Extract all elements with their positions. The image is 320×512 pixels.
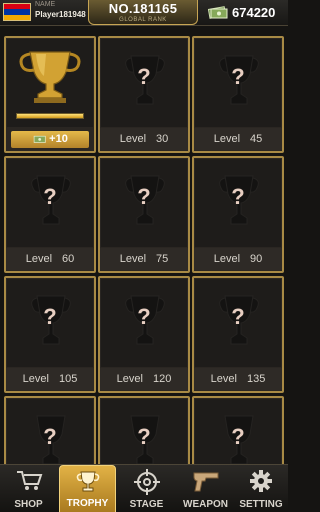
locked-question-mark: ? (231, 64, 245, 89)
gold-trophy-icon (19, 51, 81, 103)
trophy-progress-fill (17, 114, 83, 118)
trophy-card-locked[interactable]: ? (98, 396, 190, 464)
trophy-card-locked[interactable]: ? Level 30 (98, 36, 190, 153)
cart-icon (16, 471, 42, 490)
cash-icon (33, 135, 46, 143)
trophy-icon (76, 471, 99, 492)
trophy-card-locked[interactable]: ? (4, 396, 96, 464)
reward-amount: +10 (49, 133, 68, 145)
tab-setting[interactable]: SETTING (234, 465, 288, 512)
tab-trophy[interactable]: TROPHY (59, 465, 116, 512)
flag-icon (3, 3, 31, 21)
level-requirement: Level 75 (100, 248, 188, 270)
trophy-card-locked[interactable]: ? Level 75 (98, 156, 190, 273)
locked-question-mark: ? (43, 304, 57, 329)
locked-question-mark: ? (137, 304, 151, 329)
locked-question-mark: ? (137, 184, 151, 209)
tab-weapon[interactable]: WEAPON (177, 465, 234, 512)
trophy-card-unlocked[interactable]: +10 (4, 36, 96, 153)
player-name: Player181948 (35, 10, 86, 19)
trophy-card-locked[interactable]: ? Level 135 (192, 276, 284, 393)
crosshair-icon (133, 469, 160, 495)
locked-question-mark: ? (231, 424, 245, 449)
global-rank-box: NO.181165 GLOBAL RANK (88, 0, 198, 25)
level-requirement: Level 45 (194, 128, 282, 150)
bottom-nav: SHOP TROPHY STAGE WEAPON SETTING (0, 464, 288, 512)
trophy-card-locked[interactable]: ? Level 90 (192, 156, 284, 273)
rank-label: GLOBAL RANK (119, 17, 167, 23)
claim-reward-button[interactable]: +10 (11, 131, 89, 148)
trophy-card-locked[interactable]: ? (192, 396, 284, 464)
tab-label: SHOP (14, 499, 43, 510)
trophy-card-locked[interactable]: ? Level 45 (192, 36, 284, 153)
trophy-card-locked[interactable]: ? Level 120 (98, 276, 190, 393)
trophy-grid: +10 ? Level 30 ? Level 45 ? Level 60 ? Leve… (0, 34, 288, 464)
trophy-progress-bar (16, 113, 84, 119)
trophy-card-locked[interactable]: ? Level 60 (4, 156, 96, 273)
level-requirement: Level 60 (6, 248, 94, 270)
level-requirement: Level 30 (100, 128, 188, 150)
tab-label: STAGE (129, 499, 164, 510)
tab-label: WEAPON (183, 499, 228, 510)
locked-question-mark: ? (43, 424, 57, 449)
level-requirement: Level 105 (6, 368, 94, 390)
locked-question-mark: ? (43, 184, 57, 209)
top-bar: NAME Player181948 NO.181165 GLOBAL RANK … (0, 0, 288, 26)
cash-icon (208, 6, 228, 19)
level-requirement: Level 135 (194, 368, 282, 390)
tab-label: SETTING (239, 499, 283, 510)
locked-question-mark: ? (137, 64, 151, 89)
tab-stage[interactable]: STAGE (118, 465, 175, 512)
rank-value: NO.181165 (108, 1, 178, 16)
pistol-icon (193, 472, 218, 492)
trophy-card-locked[interactable]: ? Level 105 (4, 276, 96, 393)
tab-label: TROPHY (66, 498, 109, 509)
locked-question-mark: ? (231, 184, 245, 209)
level-requirement: Level 120 (100, 368, 188, 390)
level-requirement: Level 90 (194, 248, 282, 270)
gear-icon (250, 470, 272, 492)
locked-question-mark: ? (137, 424, 151, 449)
locked-question-mark: ? (231, 304, 245, 329)
cash-amount: 674220 (232, 5, 276, 20)
name-label: NAME (35, 1, 56, 8)
tab-shop[interactable]: SHOP (0, 465, 57, 512)
